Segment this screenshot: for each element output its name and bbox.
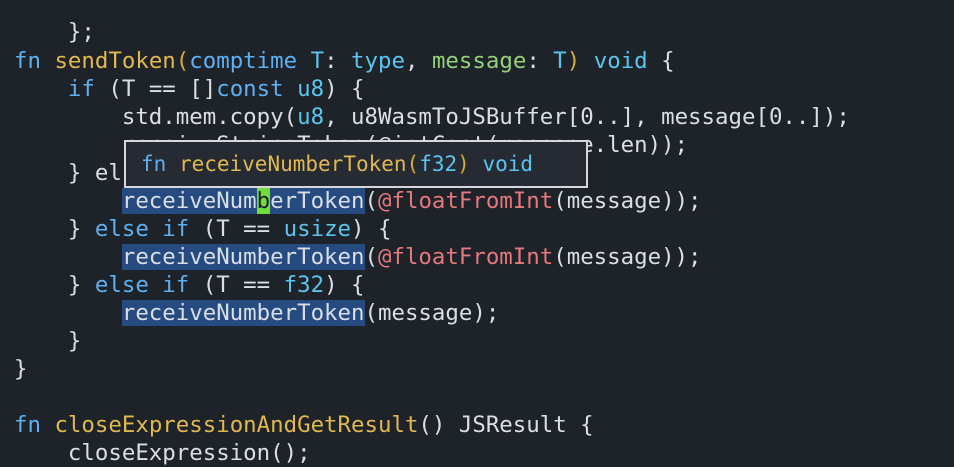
return-type: void (593, 48, 648, 74)
code-text: ) { (351, 216, 392, 242)
type-f32: f32 (283, 272, 325, 298)
code-text: std.mem.copy( (121, 104, 298, 130)
number-literal: 0 (580, 104, 594, 130)
else-keyword: else (94, 272, 149, 298)
type-u8: u8 (297, 104, 325, 130)
code-text: closeExpression(); (67, 440, 311, 466)
tooltip-param-type: f32 (419, 152, 458, 176)
code-editor[interactable]: }; fn sendToken(comptime T: type, messag… (0, 0, 954, 466)
code-text: ..]); (782, 104, 850, 130)
type-ref[interactable]: T (553, 48, 566, 74)
if-keyword: if (162, 216, 190, 242)
paren: ( (364, 188, 378, 214)
code-text: , u8WasmToJSBuffer[ (324, 104, 581, 130)
code-text: } (67, 272, 95, 298)
const-keyword: const (216, 76, 284, 102)
tooltip-paren: ) (457, 152, 470, 176)
tooltip-function-name: receiveNumberToken (178, 152, 407, 176)
param-message[interactable]: message (432, 48, 526, 74)
closing-brace: } (14, 356, 28, 382)
closing-brace: } (67, 328, 82, 354)
code-text: (message); (364, 300, 500, 326)
paren: ) (566, 48, 581, 74)
fn-keyword: fn (14, 48, 41, 74)
comptime-keyword: comptime (189, 48, 298, 74)
tooltip-paren: ( (406, 152, 420, 176)
paren: ( (364, 244, 378, 270)
tooltip-return-type: void (482, 152, 534, 176)
colon: : (526, 48, 554, 74)
colon: : (324, 48, 352, 74)
type-param[interactable]: T (311, 48, 324, 74)
code-line-else-if-usize: } else if (T == usize) { (14, 215, 392, 243)
hover-tooltip: fn receiveNumberToken(f32) void (124, 140, 588, 188)
call-highlight[interactable]: receiveNumberToken (121, 244, 365, 270)
tooltip-fn-keyword: fn (141, 152, 167, 176)
closing-brace: }; (67, 19, 95, 45)
open-brace: { (661, 48, 675, 74)
code-line-mem-copy: std.mem.copy(u8, u8WasmToJSBuffer[0..], … (14, 103, 850, 131)
paren: ( (175, 48, 190, 74)
code-text: (message)); (553, 188, 702, 214)
code-line-sendtoken: fn sendToken(comptime T: type, message: … (14, 47, 675, 75)
code-text: ..], message[ (593, 104, 769, 130)
number-literal: 0 (768, 104, 783, 130)
builtin-call[interactable]: @floatFromInt (378, 188, 553, 214)
code-line-receive-1: receiveNumberToken(@floatFromInt(message… (14, 187, 702, 215)
else-keyword: else (94, 216, 149, 242)
code-line-close-fn: } (14, 355, 27, 383)
code-text: (T == (189, 216, 284, 242)
code-line-else-if-f32: } else if (T == f32) { (14, 271, 365, 299)
code-line-1: }; (14, 0, 95, 45)
code-text: ) { (324, 76, 365, 102)
function-name[interactable]: closeExpressionAndGetResult (54, 412, 418, 438)
fn-keyword: fn (14, 412, 41, 438)
code-line-if-u8: if (T == []const u8) { (14, 75, 365, 103)
code-line-close-expression-call: closeExpression(); (14, 439, 311, 467)
call-highlight[interactable]: receiveNum (121, 188, 257, 214)
if-keyword: if (67, 76, 95, 102)
code-line-close-if: } (14, 327, 81, 355)
code-line-receive-2: receiveNumberToken(@floatFromInt(message… (14, 243, 702, 271)
text-cursor: b (256, 188, 271, 214)
code-text: (T == [] (108, 76, 217, 102)
type-keyword: type (351, 48, 405, 74)
code-text: () JSResult { (418, 412, 594, 438)
builtin-call[interactable]: @floatFromInt (378, 244, 553, 270)
code-text: (T == (189, 272, 284, 298)
code-line-receive-3: receiveNumberToken(message); (14, 299, 499, 327)
type-usize: usize (283, 216, 352, 242)
code-line-close-expression-fn: fn closeExpressionAndGetResult() JSResul… (14, 411, 594, 439)
function-name[interactable]: sendToken (54, 48, 175, 74)
code-text: ) { (324, 272, 365, 298)
if-keyword: if (162, 272, 190, 298)
code-text: } (67, 216, 95, 242)
call-highlight[interactable]: receiveNumberToken (121, 300, 365, 326)
comma: , (404, 48, 432, 74)
type-u8: u8 (297, 76, 325, 102)
call-highlight[interactable]: erToken (270, 188, 365, 214)
code-text: (message)); (553, 244, 702, 270)
